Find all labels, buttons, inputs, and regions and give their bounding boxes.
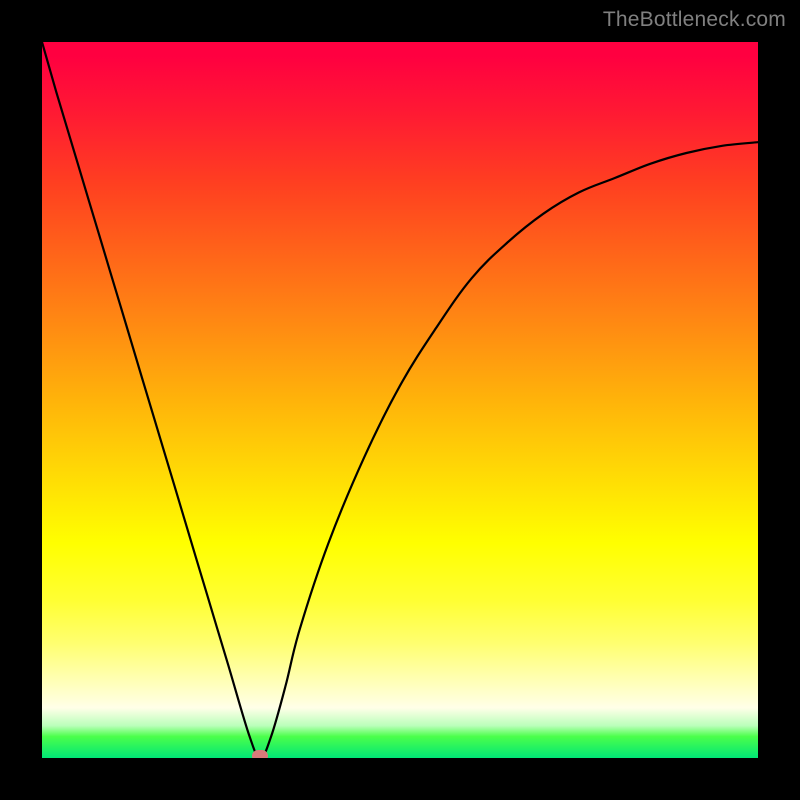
watermark-text: TheBottleneck.com bbox=[603, 8, 786, 32]
bottleneck-curve bbox=[42, 42, 758, 758]
plot-area bbox=[42, 42, 758, 758]
optimal-point-marker bbox=[252, 750, 268, 758]
chart-frame: TheBottleneck.com bbox=[0, 0, 800, 800]
curve-path bbox=[42, 42, 758, 758]
